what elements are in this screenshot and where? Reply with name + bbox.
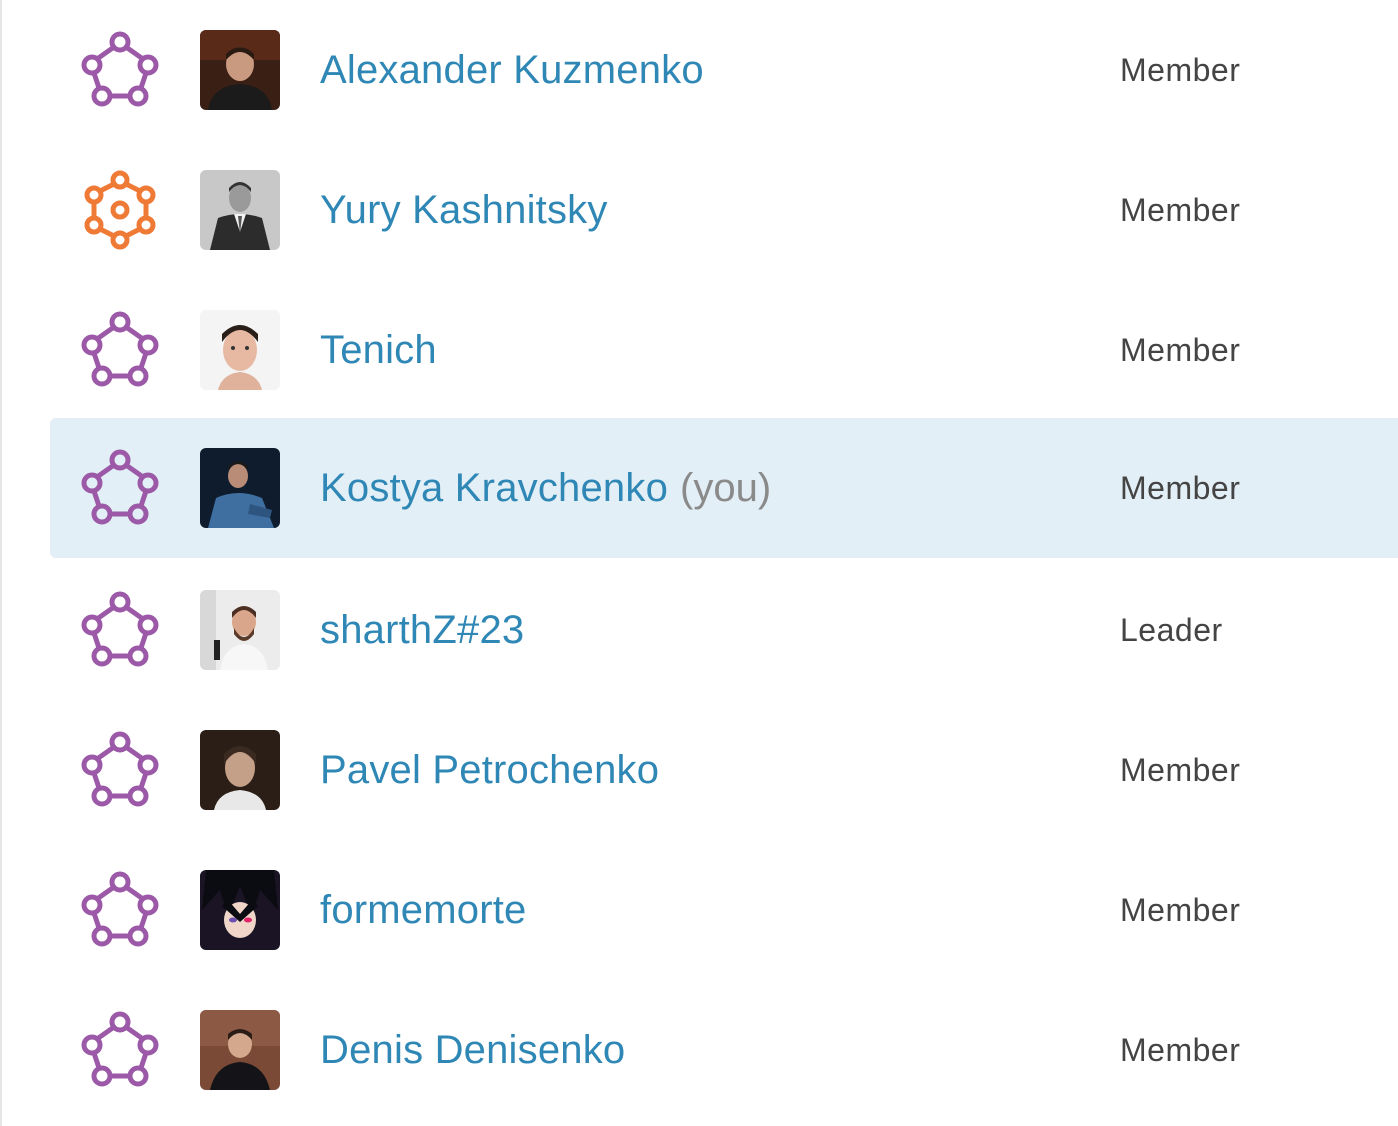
member-name-block: Yury Kashnitsky <box>320 140 620 280</box>
avatar[interactable] <box>200 170 280 250</box>
member-name-block: sharthZ#23 <box>320 560 536 700</box>
avatar[interactable] <box>200 590 280 670</box>
member-name-block: Tenich <box>320 280 449 420</box>
member-name-link[interactable]: Alexander Kuzmenko <box>320 48 704 93</box>
contributor-tier-icon <box>78 308 162 392</box>
member-role: Member <box>1120 469 1241 506</box>
contributor-tier-icon <box>78 1008 162 1092</box>
member-name-link[interactable]: Tenich <box>320 328 437 373</box>
member-role: Member <box>1120 891 1241 928</box>
member-role: Member <box>1120 1031 1241 1068</box>
member-name-link[interactable]: sharthZ#23 <box>320 608 524 653</box>
member-name-block: Denis Denisenko <box>320 980 637 1120</box>
contributor-tier-icon <box>78 446 162 530</box>
avatar[interactable] <box>200 30 280 110</box>
you-indicator: (you) <box>680 465 772 510</box>
team-member-list: Alexander Kuzmenko Member Yury Kashnitsk… <box>0 0 1398 1126</box>
avatar[interactable] <box>200 310 280 390</box>
member-name-link[interactable]: Denis Denisenko <box>320 1028 625 1073</box>
member-name-link[interactable]: formemorte <box>320 888 527 933</box>
contributor-tier-icon <box>78 28 162 112</box>
member-row[interactable]: Yury Kashnitsky Member <box>50 140 1398 280</box>
member-row[interactable]: sharthZ#23 Leader <box>50 560 1398 700</box>
avatar[interactable] <box>200 730 280 810</box>
contributor-tier-icon <box>78 588 162 672</box>
member-row[interactable]: Alexander Kuzmenko Member <box>50 0 1398 140</box>
contributor-tier-icon <box>78 728 162 812</box>
member-role: Member <box>1120 331 1241 368</box>
member-role: Member <box>1120 51 1241 88</box>
member-name-link[interactable]: Kostya Kravchenko <box>320 466 668 511</box>
member-role: Leader <box>1120 611 1223 648</box>
member-role: Member <box>1120 191 1241 228</box>
contributor-tier-icon <box>78 868 162 952</box>
avatar[interactable] <box>200 870 280 950</box>
member-row[interactable]: Tenich Member <box>50 280 1398 420</box>
master-tier-icon <box>78 168 162 252</box>
member-row[interactable]: Pavel Petrochenko Member <box>50 700 1398 840</box>
member-name-block: Kostya Kravchenko (you) <box>320 418 771 558</box>
member-name-block: formemorte <box>320 840 539 980</box>
member-row-current-user[interactable]: Kostya Kravchenko (you) Member <box>50 418 1398 558</box>
member-name-link[interactable]: Yury Kashnitsky <box>320 188 608 233</box>
member-role: Member <box>1120 751 1241 788</box>
avatar[interactable] <box>200 1010 280 1090</box>
member-name-block: Alexander Kuzmenko <box>320 0 716 140</box>
avatar[interactable] <box>200 448 280 528</box>
member-row[interactable]: formemorte Member <box>50 840 1398 980</box>
member-name-link[interactable]: Pavel Petrochenko <box>320 748 659 793</box>
member-name-block: Pavel Petrochenko <box>320 700 671 840</box>
member-row[interactable]: Denis Denisenko Member <box>50 980 1398 1120</box>
